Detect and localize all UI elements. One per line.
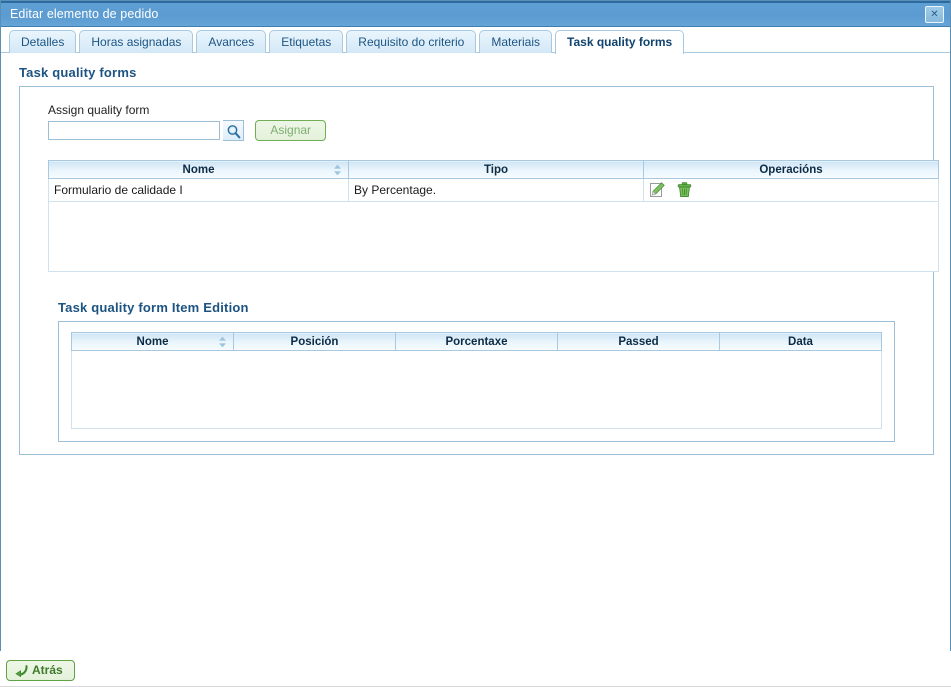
column-label: Passed — [618, 336, 658, 348]
sort-indicator-icon[interactable] — [333, 164, 342, 176]
sort-chevrons-glyph — [333, 164, 342, 176]
page-title: Task quality forms — [19, 65, 950, 80]
column-label: Operacións — [759, 164, 822, 176]
tab-task-quality-forms[interactable]: Task quality forms — [555, 30, 684, 54]
close-glyph: ✕ — [930, 9, 938, 20]
column-header-operacions[interactable]: Operacións — [644, 161, 939, 179]
tab-avances[interactable]: Avances — [196, 30, 266, 53]
back-button-label: Atrás — [32, 663, 63, 677]
item-edition-title: Task quality form Item Edition — [58, 300, 919, 315]
column-header-nome[interactable]: Nome — [49, 161, 349, 179]
column-header-tipo[interactable]: Tipo — [349, 161, 644, 179]
cell-tipo: By Percentage. — [349, 179, 644, 202]
assign-quality-form-autocomplete — [48, 120, 244, 141]
assign-quality-form-label: Assign quality form — [48, 103, 919, 117]
tab-requisito-do-criterio[interactable]: Requisito do criterio — [346, 30, 476, 53]
tab-label: Etiquetas — [281, 35, 331, 49]
delete-icon[interactable] — [677, 182, 692, 198]
column-header-data[interactable]: Data — [720, 333, 882, 351]
column-label: Nome — [183, 164, 215, 176]
edit-order-element-window: Editar elemento de pedido ✕ Detalles Hor… — [0, 0, 951, 651]
edit-glyph — [649, 182, 665, 198]
table-row[interactable]: Formulario de calidade I By Percentage. — [49, 179, 939, 202]
asignar-button[interactable]: Asignar — [255, 120, 326, 141]
magnifier-glyph — [226, 124, 241, 139]
footer-bar: Atrás — [0, 653, 951, 687]
tab-label: Task quality forms — [567, 35, 672, 49]
column-label: Data — [788, 336, 813, 348]
assign-quality-form-row: Asignar — [48, 120, 919, 141]
assign-quality-form-block: Assign quality form Asignar — [48, 103, 919, 141]
assign-quality-form-input[interactable] — [48, 121, 220, 140]
tab-label: Requisito do criterio — [358, 35, 464, 49]
tab-materiais[interactable]: Materiais — [479, 30, 552, 53]
column-header-porcentaxe[interactable]: Porcentaxe — [396, 333, 558, 351]
tab-horas-asignadas[interactable]: Horas asignadas — [79, 30, 193, 53]
item-edition-panel: Nome Posición — [58, 321, 895, 442]
task-quality-forms-panel: Assign quality form Asignar — [19, 86, 934, 455]
sort-chevrons-glyph — [218, 336, 227, 348]
trash-glyph — [677, 182, 692, 198]
magnifier-icon[interactable] — [223, 120, 244, 141]
column-header-nome[interactable]: Nome — [72, 333, 234, 351]
table-empty-area — [48, 202, 939, 272]
column-label: Posición — [291, 336, 339, 348]
column-label: Tipo — [484, 164, 508, 176]
edit-icon[interactable] — [649, 182, 665, 198]
page-content: Task quality forms Assign quality form — [1, 53, 950, 651]
window-title: Editar elemento de pedido — [10, 7, 158, 21]
close-icon[interactable]: ✕ — [925, 6, 944, 23]
back-arrow-icon — [15, 664, 28, 677]
tab-label: Detalles — [21, 35, 64, 49]
tab-detalles[interactable]: Detalles — [9, 30, 76, 53]
item-edition-empty-area — [71, 351, 882, 429]
tab-label: Materiais — [491, 35, 540, 49]
quality-forms-table: Nome Tipo — [48, 160, 939, 272]
table-header-row: Nome Posición — [72, 333, 882, 351]
item-edition-table: Nome Posición — [71, 332, 882, 429]
column-label: Porcentaxe — [445, 336, 507, 348]
column-header-posicion[interactable]: Posición — [234, 333, 396, 351]
tab-label: Horas asignadas — [91, 35, 181, 49]
cell-operations — [644, 179, 939, 202]
window-titlebar: Editar elemento de pedido ✕ — [1, 1, 950, 27]
sort-indicator-icon[interactable] — [218, 336, 227, 348]
table-header-row: Nome Tipo — [49, 161, 939, 179]
back-button[interactable]: Atrás — [6, 660, 75, 681]
column-header-passed[interactable]: Passed — [558, 333, 720, 351]
tab-bar: Detalles Horas asignadas Avances Etiquet… — [1, 27, 950, 53]
cell-nome: Formulario de calidade I — [49, 179, 349, 202]
tab-etiquetas[interactable]: Etiquetas — [269, 30, 343, 53]
column-label: Nome — [137, 336, 169, 348]
tab-label: Avances — [208, 35, 254, 49]
